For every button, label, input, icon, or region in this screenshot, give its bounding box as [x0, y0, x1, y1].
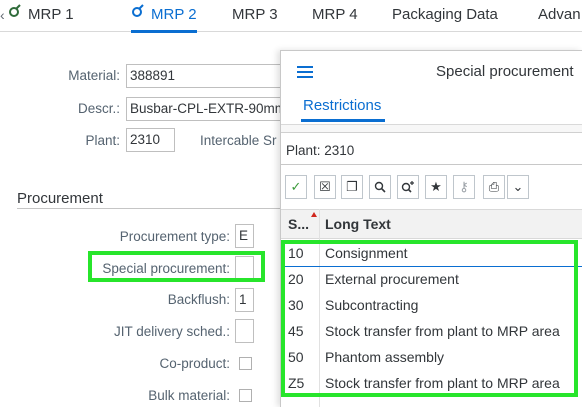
tab-strip: ‹ MRP 1 MRP 2 MRP 3 MRP 4 Packaging Data…: [0, 0, 582, 33]
mrp-tool-icon: [131, 0, 145, 29]
descr-label: Descr.:: [77, 101, 120, 116]
print-icon[interactable]: ⎙: [483, 175, 505, 199]
dialog-header: Special procurement: [281, 51, 582, 91]
dialog-tabbar: Restrictions: [281, 91, 582, 125]
tab-label: MRP 2: [151, 6, 197, 23]
backflush-field[interactable]: 1: [235, 288, 254, 312]
tab-label: MRP 4: [312, 6, 358, 23]
help-key-icon[interactable]: ⚷: [453, 175, 475, 199]
bulk-material-label: Bulk material:: [148, 388, 230, 403]
hamburger-menu-icon[interactable]: [297, 66, 313, 81]
tab-mrp3[interactable]: MRP 3: [232, 0, 278, 32]
backflush-label: Backflush:: [167, 292, 230, 307]
section-divider: [17, 208, 282, 209]
procurement-type-field[interactable]: E: [235, 224, 254, 248]
tab-label: Advan: [538, 6, 581, 23]
tab-advanced[interactable]: Advan: [538, 0, 581, 32]
tab-packaging-data[interactable]: Packaging Data: [392, 0, 498, 32]
material-field[interactable]: 388891: [126, 64, 286, 88]
tab-mrp4[interactable]: MRP 4: [312, 0, 358, 32]
tab-label: MRP 1: [28, 6, 74, 23]
plant-label: Plant:: [85, 133, 120, 148]
dialog-divider: [281, 164, 582, 165]
dialog-plant-line: Plant: 2310: [286, 143, 355, 158]
mrp-tool-icon: [8, 0, 22, 29]
jit-delivery-field[interactable]: [235, 319, 254, 343]
tab-label: MRP 3: [232, 6, 278, 23]
coproduct-label: Co-product:: [159, 356, 230, 371]
dialog-title: Special procurement: [436, 63, 574, 80]
plant-field[interactable]: 2310: [126, 128, 175, 152]
table-header: S... Long Text: [281, 209, 582, 239]
search-plus-icon[interactable]: [397, 175, 419, 199]
column-header-long-text[interactable]: Long Text: [325, 216, 391, 232]
dialog-divider: [281, 125, 582, 133]
check-icon[interactable]: ✓: [285, 175, 307, 199]
chevron-down-icon[interactable]: ⌄: [507, 175, 529, 199]
bulk-material-checkbox[interactable]: [239, 389, 252, 402]
tab-label: Packaging Data: [392, 6, 498, 23]
coproduct-checkbox[interactable]: [239, 357, 252, 370]
close-box-icon[interactable]: ☒: [314, 175, 336, 199]
tab-restrictions[interactable]: Restrictions: [300, 97, 386, 122]
tab-mrp1[interactable]: MRP 1: [8, 0, 74, 32]
column-header-code[interactable]: S...: [288, 216, 309, 232]
copy-icon[interactable]: ❐: [341, 175, 363, 199]
procurement-type-label: Procurement type:: [119, 229, 230, 244]
bookmark-star-icon[interactable]: ★: [425, 175, 447, 199]
material-label: Material:: [68, 68, 120, 83]
description-field[interactable]: Busbar-CPL-EXTR-90mm: [126, 97, 286, 121]
sort-indicator-icon: [311, 212, 317, 217]
procurement-section-title: Procurement: [17, 190, 103, 207]
table-highlight: [281, 240, 578, 397]
jit-delivery-label: JIT delivery sched.:: [113, 324, 230, 339]
special-procurement-highlight: [88, 251, 265, 282]
search-icon[interactable]: [369, 175, 391, 199]
tab-mrp2[interactable]: MRP 2: [131, 0, 197, 33]
intercable-label: Intercable Sr: [200, 133, 277, 148]
